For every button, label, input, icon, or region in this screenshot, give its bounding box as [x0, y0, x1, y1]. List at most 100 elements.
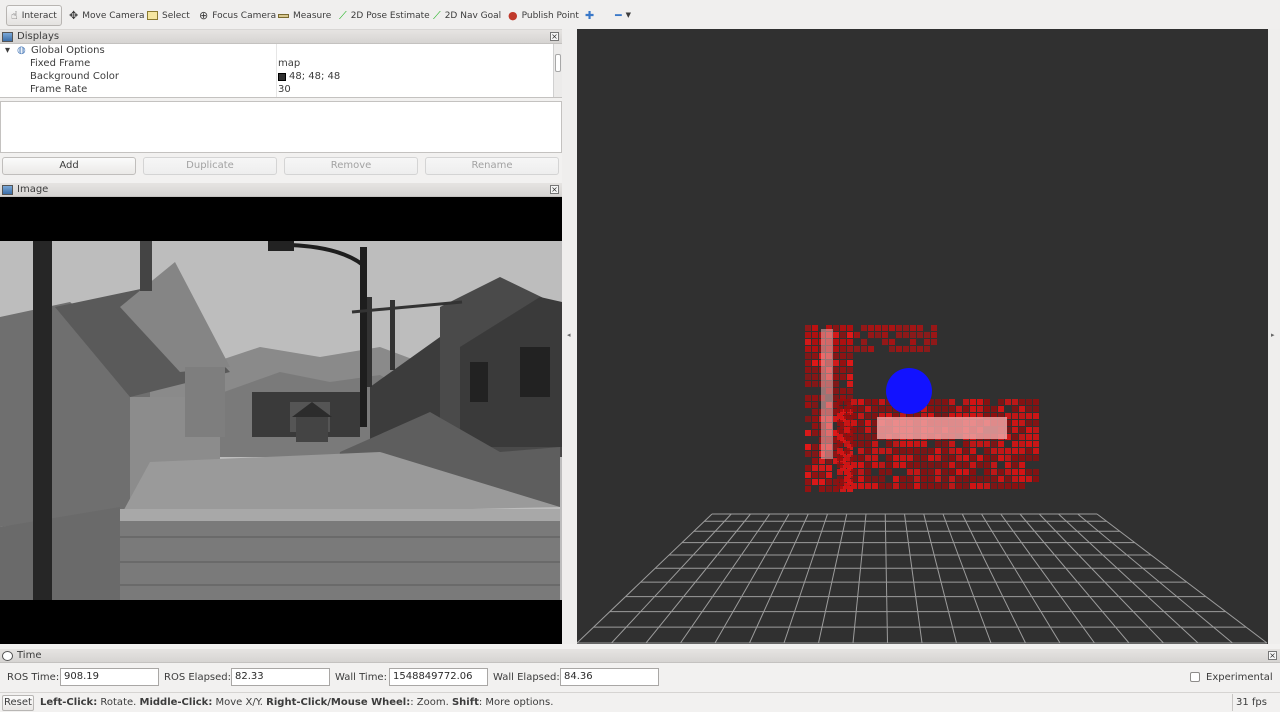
occupancy-cell	[907, 476, 913, 482]
occupancy-cell	[1033, 399, 1039, 405]
fixed-frame-value: map	[278, 58, 301, 69]
occupancy-cell	[826, 465, 832, 471]
occupancy-cell	[949, 462, 955, 468]
add-tool-button[interactable]: ✚	[582, 5, 597, 26]
close-icon[interactable]: ×	[550, 32, 559, 41]
occupancy-cell	[1026, 406, 1032, 412]
occupancy-cell	[837, 483, 843, 489]
occupancy-cell	[984, 406, 990, 412]
scrollbar-thumb[interactable]	[555, 54, 561, 72]
expand-arrow-icon[interactable]: ▾	[5, 45, 10, 56]
occupancy-cell	[833, 325, 839, 331]
close-icon[interactable]: ×	[1268, 651, 1277, 660]
occupancy-cell	[977, 441, 983, 447]
interact-label: Interact	[21, 10, 57, 21]
occupancy-cell	[900, 448, 906, 454]
occupancy-cell	[882, 332, 888, 338]
occupancy-cell	[921, 469, 927, 475]
occupancy-cell	[956, 483, 962, 489]
experimental-checkbox[interactable]	[1190, 672, 1200, 682]
right-dock-gutter[interactable]: ▸	[1268, 29, 1280, 644]
occupancy-cell	[1033, 455, 1039, 461]
occupancy-cell	[833, 381, 839, 387]
middle-click-text: Move X/Y.	[212, 697, 267, 708]
occupancy-cell	[812, 409, 818, 415]
tree-row-frame-rate[interactable]: Frame Rate 30	[0, 84, 552, 97]
occupancy-cell	[928, 455, 934, 461]
occupancy-cell	[847, 325, 853, 331]
occupancy-cell	[847, 388, 853, 394]
occupancy-cell	[889, 339, 895, 345]
occupancy-cell	[847, 360, 853, 366]
tree-row-value[interactable]: 30	[278, 84, 291, 95]
collapse-left-icon[interactable]: ◂	[567, 331, 571, 339]
occupancy-cell	[931, 332, 937, 338]
occupancy-cell	[868, 332, 874, 338]
2d-pose-estimate-tool-button[interactable]: ⟋ 2D Pose Estimate	[336, 5, 433, 26]
occupancy-cell	[970, 476, 976, 482]
occupancy-cell	[812, 430, 818, 436]
occupancy-cell	[900, 483, 906, 489]
occupancy-cell	[914, 476, 920, 482]
reset-button[interactable]: Reset	[2, 695, 34, 711]
occupancy-cell	[1026, 476, 1032, 482]
occupancy-cell	[851, 427, 857, 433]
occupancy-cell	[882, 325, 888, 331]
occupancy-cell	[805, 444, 811, 450]
tree-row-value[interactable]: 48; 48; 48	[278, 71, 340, 82]
occupancy-cell	[840, 374, 846, 380]
occupancy-cell	[865, 406, 871, 412]
occupancy-cell	[1033, 441, 1039, 447]
occupancy-cell	[998, 441, 1004, 447]
panel-splitter[interactable]: ◂	[562, 29, 577, 644]
frame-rate-value: 30	[278, 84, 291, 95]
tree-row-value[interactable]: map	[278, 58, 300, 69]
occupancy-cell	[963, 441, 969, 447]
occupancy-cell	[1012, 476, 1018, 482]
add-button[interactable]: Add	[2, 157, 136, 175]
duplicate-button[interactable]: Duplicate	[143, 157, 277, 175]
select-tool-button[interactable]: Select	[144, 5, 193, 26]
2d-nav-goal-tool-button[interactable]: ⟋ 2D Nav Goal	[430, 5, 504, 26]
occupancy-cell	[837, 462, 843, 468]
tree-scrollbar[interactable]	[553, 44, 562, 97]
wall-elapsed-field[interactable]: 84.36	[560, 668, 659, 686]
tree-row-fixed-frame[interactable]: Fixed Frame map	[0, 58, 552, 71]
chevron-down-icon: ▼	[625, 11, 632, 19]
interact-tool-button[interactable]: ☝ Interact	[6, 5, 62, 26]
occupancy-cell	[998, 406, 1004, 412]
wall-time-field[interactable]: 1548849772.06	[389, 668, 488, 686]
occupancy-cell	[837, 420, 843, 426]
occupancy-cell	[942, 441, 948, 447]
occupancy-cell	[812, 423, 818, 429]
occupancy-cell	[812, 339, 818, 345]
occupancy-cell	[819, 465, 825, 471]
occupancy-cell	[977, 483, 983, 489]
occupancy-cell	[805, 430, 811, 436]
occupancy-cell	[833, 374, 839, 380]
occupancy-cell	[812, 367, 818, 373]
focus-camera-tool-button[interactable]: ⊕ Focus Camera	[196, 5, 279, 26]
close-icon[interactable]: ×	[550, 185, 559, 194]
time-panel-header: Time ×	[0, 649, 1280, 663]
publish-point-tool-button[interactable]: ● Publish Point	[505, 5, 582, 26]
remove-tool-menu-button[interactable]: ━ ▼	[612, 5, 634, 26]
occupancy-cell	[1005, 455, 1011, 461]
measure-tool-button[interactable]: Measure	[275, 5, 334, 26]
3d-view[interactable]	[577, 29, 1268, 644]
image-panel-header: Image ×	[0, 183, 562, 197]
tree-row-global-options[interactable]: ▾ ◍ Global Options	[0, 45, 552, 58]
occupancy-cell	[805, 479, 811, 485]
ros-time-field[interactable]: 908.19	[60, 668, 159, 686]
rename-button[interactable]: Rename	[425, 157, 559, 175]
remove-button[interactable]: Remove	[284, 157, 418, 175]
move-camera-tool-button[interactable]: ✥ Move Camera	[66, 5, 148, 26]
occupancy-cell	[858, 462, 864, 468]
ros-elapsed-field[interactable]: 82.33	[231, 668, 330, 686]
occupancy-cell	[977, 455, 983, 461]
occupancy-cell	[991, 483, 997, 489]
occupancy-cell	[819, 486, 825, 492]
tree-row-background-color[interactable]: Background Color 48; 48; 48	[0, 71, 552, 84]
expand-right-icon[interactable]: ▸	[1271, 331, 1275, 339]
occupancy-cell	[1019, 469, 1025, 475]
